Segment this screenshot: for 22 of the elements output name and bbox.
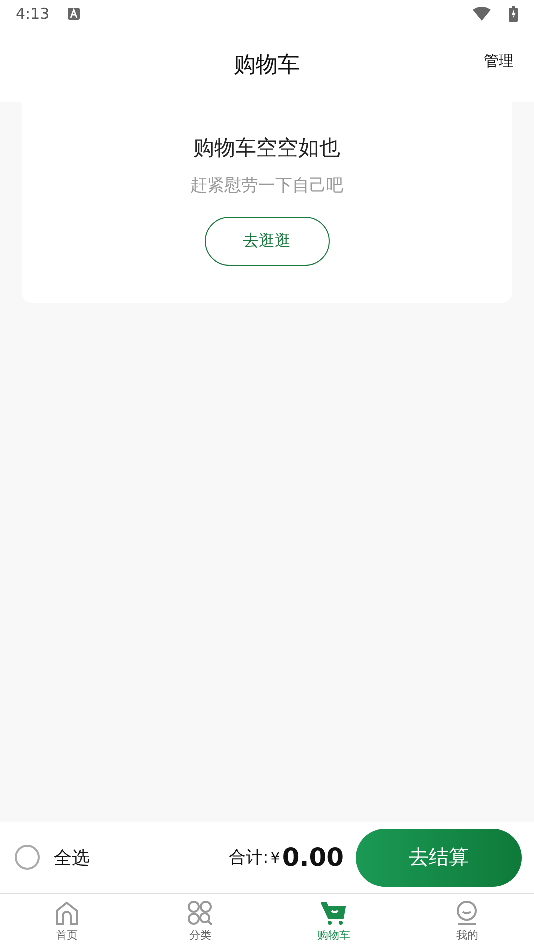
checkout-button[interactable]: 去结算: [356, 828, 522, 886]
home-icon: [54, 900, 80, 926]
currency-symbol: ¥: [270, 848, 280, 866]
nav-tab[interactable]: 分类: [134, 894, 267, 950]
total-amount: 0.00: [282, 843, 344, 872]
wifi-icon: [473, 7, 491, 21]
nav-tab[interactable]: 首页: [0, 894, 134, 950]
status-time: 4:13: [16, 5, 50, 23]
nav-tab[interactable]: 我的: [400, 894, 534, 950]
empty-title: 购物车空空如也: [194, 135, 340, 162]
empty-subtitle: 赶紧慰劳一下自己吧: [190, 175, 344, 197]
notification-icon: [68, 8, 80, 20]
page-title: 购物车: [234, 52, 300, 80]
total-label: 合计:: [229, 847, 269, 869]
select-all-label: 全选: [54, 846, 90, 870]
select-all-checkbox[interactable]: [15, 845, 40, 870]
battery-icon: [509, 6, 518, 22]
manage-button[interactable]: 管理: [484, 52, 514, 71]
nav-tab[interactable]: 购物车: [267, 894, 400, 950]
category-grid-icon: [187, 900, 214, 926]
go-shopping-button[interactable]: 去逛逛: [204, 217, 330, 266]
cart-icon: [320, 900, 347, 926]
